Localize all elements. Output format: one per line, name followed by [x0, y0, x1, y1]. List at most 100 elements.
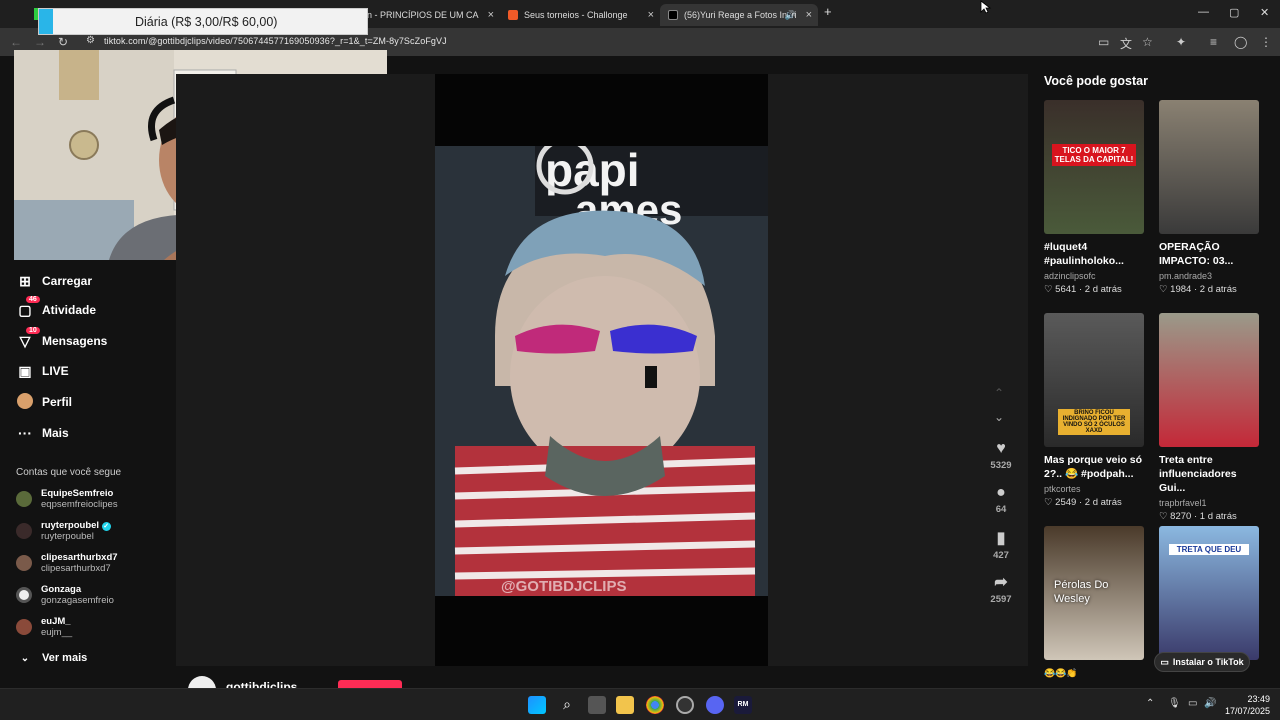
following-heading: Contas que você segue: [16, 467, 122, 478]
chrome-icon[interactable]: [646, 696, 664, 714]
bookmark-icon: ▮: [996, 530, 1006, 547]
install-tiktok-button[interactable]: ▭ Instalar o TikTok: [1154, 652, 1250, 672]
task-view-icon[interactable]: [588, 696, 606, 714]
recommended-video[interactable]: BRINO FICOU INDIGNADO POR TER VINDO SÓ 2…: [1044, 313, 1144, 508]
sidebar-item-upload[interactable]: ⊞ Carregar: [16, 269, 92, 293]
close-icon[interactable]: ×: [648, 9, 654, 21]
cast-icon[interactable]: ▭: [1098, 35, 1109, 49]
share-button[interactable]: ➦ 2597: [988, 572, 1014, 605]
thumbnail-caption: Pérolas Do Wesley: [1054, 579, 1109, 605]
sidebar-item-profile[interactable]: Perfil: [16, 390, 72, 414]
following-account[interactable]: EquipeSemfreio eqpsemfreioclipes: [16, 485, 118, 513]
thumbnail-caption: TRETA QUE DEU: [1169, 544, 1249, 555]
previous-video-icon[interactable]: ⌃: [994, 386, 1004, 400]
recommended-video[interactable]: TICO O MAIOR 7 TELAS DA CAPITAL! #luquet…: [1044, 100, 1144, 295]
install-label: Instalar o TikTok: [1172, 657, 1244, 667]
like-button[interactable]: ♥ 5329: [988, 440, 1014, 471]
search-icon[interactable]: ⌕: [558, 696, 576, 714]
close-icon[interactable]: ×: [806, 9, 812, 21]
account-handle: eujm__: [41, 627, 73, 638]
url-input[interactable]: tiktok.com/@gottibdjclips/video/75067445…: [104, 36, 447, 46]
green-marker: [34, 8, 38, 20]
obs-icon[interactable]: [676, 696, 694, 714]
avatar: [16, 587, 32, 603]
menu-icon[interactable]: ⋮: [1260, 35, 1272, 49]
forward-icon[interactable]: →: [34, 35, 46, 49]
reload-icon[interactable]: ↻: [58, 35, 68, 49]
next-video-icon[interactable]: ⌄: [994, 410, 1004, 424]
system-clock[interactable]: 23:49 17/07/2025: [1225, 693, 1270, 717]
media-icon[interactable]: ≡: [1210, 35, 1217, 49]
donation-goal-bar: Diária (R$ 3,00/R$ 60,00): [38, 8, 368, 35]
following-account[interactable]: clipesarthurbxd7 clipesarthurbxd7: [16, 549, 118, 577]
recommended-video[interactable]: TRETA QUE DEU: [1159, 526, 1259, 660]
video-title: OPERAÇÃO IMPACTO: 03...: [1159, 241, 1234, 267]
donation-goal-text: Diária (R$ 3,00/R$ 60,00): [135, 15, 278, 29]
following-account[interactable]: Gonzaga gonzagasemfreio: [16, 581, 114, 609]
video-author: adzinclipsofc: [1044, 271, 1096, 281]
activity-badge: 46: [26, 295, 40, 303]
see-more-button[interactable]: ⌄ Ver mais: [16, 646, 87, 670]
following-account[interactable]: euJM_ eujm__: [16, 613, 72, 641]
nav-label: Mais: [42, 426, 69, 440]
video-thumbnail: BRINO FICOU INDIGNADO POR TER VINDO SÓ 2…: [1044, 313, 1144, 447]
bookmark-star-icon[interactable]: ☆: [1142, 35, 1153, 49]
windows-taskbar: ⌕ RM ⌃ 🎙 ▭ 🔊 23:49 17/07/2025: [0, 688, 1280, 720]
see-more-label: Ver mais: [42, 652, 88, 664]
tray-chevron-icon[interactable]: ⌃: [1146, 698, 1154, 709]
messages-badge: 10: [26, 326, 40, 334]
discord-icon[interactable]: [706, 696, 724, 714]
sidebar-item-live[interactable]: ▣ LIVE: [16, 359, 68, 383]
app-icon[interactable]: RM: [734, 696, 752, 714]
post-age: 1 d atrás: [1199, 511, 1237, 522]
thumbnail-caption: TICO O MAIOR 7 TELAS DA CAPITAL!: [1052, 144, 1136, 166]
extensions-icon[interactable]: ✦: [1176, 35, 1186, 49]
mouse-cursor-icon: [980, 0, 992, 14]
sidebar-item-activity[interactable]: ▢ 46 Atividade: [16, 295, 96, 322]
more-icon: ···: [18, 425, 32, 441]
tab-tiktok[interactable]: (56)Yuri Reage a Fotos Incri 🔊 ×: [660, 4, 818, 26]
video-thumbnail: [1159, 100, 1259, 234]
video-title: Treta entre influenciadores Gui...: [1159, 454, 1237, 494]
video-content: papi ames: [435, 146, 768, 596]
live-icon: ▣: [18, 362, 32, 379]
comment-button[interactable]: ● 64: [988, 484, 1014, 515]
tab-label: (56)Yuri Reage a Fotos Incri: [684, 10, 797, 20]
new-tab-button[interactable]: +: [824, 4, 832, 19]
messages-icon: ▽ 10: [16, 326, 40, 350]
minimize-button[interactable]: —: [1198, 6, 1209, 18]
recommended-video[interactable]: Treta entre influenciadores Gui... trapb…: [1159, 313, 1259, 522]
tab-label: Seus torneios - Challonge: [524, 10, 628, 20]
save-button[interactable]: ▮ 427: [988, 528, 1014, 561]
sidebar-item-messages[interactable]: ▽ 10 Mensagens: [16, 326, 107, 353]
recommended-video[interactable]: OPERAÇÃO IMPACTO: 03... pm.andrade3 ♡ 19…: [1159, 100, 1259, 295]
post-age: 2 d atrás: [1084, 497, 1122, 508]
video-thumbnail: TRETA QUE DEU: [1159, 526, 1259, 660]
file-explorer-icon[interactable]: [616, 696, 634, 714]
close-icon[interactable]: ×: [488, 9, 494, 21]
avatar: [16, 555, 32, 571]
save-count: 427: [993, 550, 1009, 561]
network-icon[interactable]: ▭: [1188, 698, 1197, 709]
video-title: #luquet4 #paulinholoko...: [1044, 241, 1124, 267]
windows-start-icon[interactable]: [528, 696, 546, 714]
video-player[interactable]: papi ames @GOTIBDJCLIPS: [435, 74, 768, 666]
close-window-button[interactable]: ✕: [1260, 6, 1269, 19]
maximize-button[interactable]: ▢: [1229, 6, 1239, 19]
translate-icon[interactable]: 文: [1120, 35, 1132, 52]
video-watermark: @GOTIBDJCLIPS: [501, 578, 627, 595]
video-frame: papi ames @GOTIBDJCLIPS: [435, 146, 768, 596]
profile-icon[interactable]: ◯: [1234, 35, 1247, 49]
tab-challonge[interactable]: Seus torneios - Challonge ×: [500, 4, 660, 26]
following-account[interactable]: ruyterpoubel ✓ ruyterpoubel: [16, 517, 111, 545]
microphone-icon[interactable]: 🎙: [1168, 698, 1181, 709]
site-info-icon[interactable]: ⚙: [86, 35, 95, 46]
volume-icon[interactable]: 🔊: [1204, 698, 1216, 709]
sidebar-item-more[interactable]: ··· Mais: [16, 421, 69, 445]
like-count: 5641: [1055, 284, 1077, 295]
verified-icon: ✓: [101, 522, 111, 531]
recommended-video[interactable]: Pérolas Do Wesley 😂😂👏: [1044, 526, 1144, 680]
back-icon[interactable]: ←: [10, 35, 22, 49]
nav-label: Perfil: [42, 395, 73, 409]
speaker-icon[interactable]: 🔊: [785, 10, 796, 21]
